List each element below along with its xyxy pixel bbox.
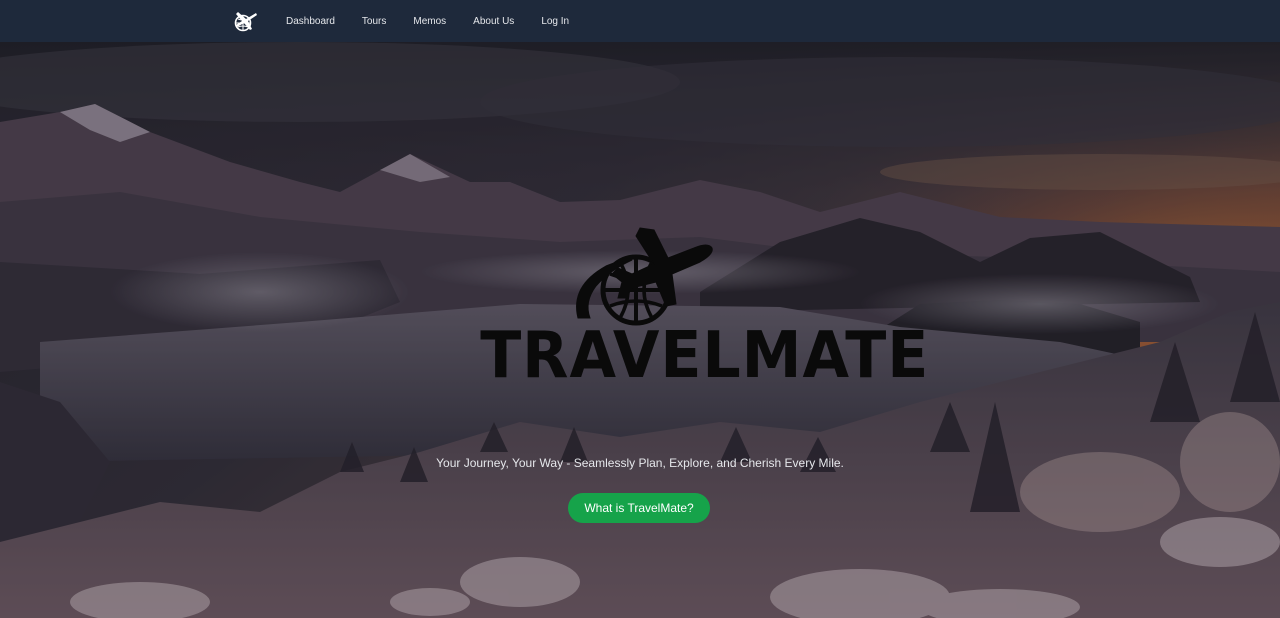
what-is-travelmate-button[interactable]: What is TravelMate? bbox=[568, 493, 710, 523]
nav-link-dashboard[interactable]: Dashboard bbox=[286, 16, 335, 27]
nav-link-memos[interactable]: Memos bbox=[413, 16, 446, 27]
airplane-globe-icon bbox=[560, 226, 720, 330]
brand-logo-icon[interactable] bbox=[232, 9, 258, 33]
nav-link-tours[interactable]: Tours bbox=[362, 16, 386, 27]
nav-links: Dashboard Tours Memos About Us Log In bbox=[286, 0, 596, 42]
hero-section: TRAVELMATE Your Journey, Your Way - Seam… bbox=[0, 42, 1280, 618]
hero-tagline: Your Journey, Your Way - Seamlessly Plan… bbox=[436, 456, 844, 470]
nav-link-log-in[interactable]: Log In bbox=[541, 16, 569, 27]
nav-link-about-us[interactable]: About Us bbox=[473, 16, 514, 27]
travelmate-title: TRAVELMATE bbox=[480, 319, 930, 393]
top-navbar: Dashboard Tours Memos About Us Log In bbox=[0, 0, 1280, 42]
